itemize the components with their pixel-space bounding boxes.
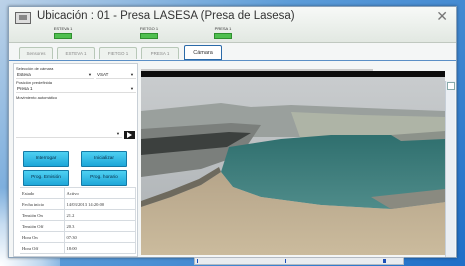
chevron-down-icon: ▼: [130, 72, 134, 77]
table-row: Estado Activo: [20, 187, 136, 199]
chevron-down-icon: ▼: [88, 72, 92, 77]
station-label: PRESA 1: [214, 26, 232, 31]
prog-horario-button[interactable]: Prog. horario: [81, 170, 127, 186]
tab-esteva[interactable]: ESTEVA 1: [57, 47, 95, 59]
status-led: [214, 33, 232, 39]
table-row: Tensión On 21.2: [20, 209, 136, 221]
vsat-select[interactable]: VSAT ▼: [96, 72, 136, 79]
status-value: Activo: [63, 187, 136, 199]
status-key: Estado: [20, 187, 64, 199]
chevron-down-icon: ▼: [130, 86, 134, 91]
timeline-segment: [197, 259, 198, 263]
window-icon: [15, 12, 31, 24]
dam-reservoir-image: [141, 77, 445, 255]
status-key: Hora On: [20, 231, 64, 243]
movement-select[interactable]: ▼: [16, 131, 122, 138]
station-label: ESTEVA 1: [53, 26, 73, 31]
station-esteva[interactable]: ESTEVA 1: [43, 26, 83, 39]
status-table: Estado Activo Fecha inicio 14/03/2013 14:2…: [20, 187, 136, 254]
position-select[interactable]: Presa 1 ▼: [16, 86, 136, 93]
timeline-segment: [383, 259, 386, 263]
station-presa[interactable]: PRESA 1: [203, 26, 243, 39]
tab-camara[interactable]: Cámara: [184, 45, 222, 60]
prog-emision-button[interactable]: Prog. Emisión: [23, 170, 69, 186]
status-value: 07:30: [63, 231, 136, 243]
status-led: [54, 33, 72, 39]
timeline-bar[interactable]: [194, 257, 404, 265]
movement-label: Movimiento automático: [16, 95, 58, 100]
station-fietgo[interactable]: FIETGO 1: [129, 26, 169, 39]
table-row: Fecha inicio 14/03/2013 14:20:00: [20, 198, 136, 210]
vsat-select-value: VSAT: [97, 72, 109, 77]
camera-label: Selección de cámara: [16, 66, 54, 71]
table-row: Hora On 07:30: [20, 231, 136, 243]
camera-view: [141, 77, 445, 255]
play-icon[interactable]: [124, 131, 135, 139]
status-value: 18:00: [63, 242, 136, 254]
scroll-up-icon[interactable]: [447, 82, 455, 90]
location-window: Ubicación : 01 - Presa LASESA (Presa de …: [8, 6, 457, 265]
status-value: 14/03/2013 14:20:00: [63, 198, 136, 210]
tab-presa[interactable]: PRESA 1: [141, 47, 179, 59]
inicializar-button[interactable]: Inicializar: [81, 151, 127, 167]
window-title: Ubicación : 01 - Presa LASESA (Presa de …: [37, 10, 295, 22]
position-select-value: Presa 1: [17, 86, 33, 91]
chevron-down-icon: ▼: [116, 131, 120, 136]
table-row: Hora Off 18:00: [20, 242, 136, 254]
status-key: Fecha inicio: [20, 198, 64, 210]
tab-sensores[interactable]: Sensores: [19, 47, 53, 59]
station-label: FIETGO 1: [139, 26, 159, 31]
camera-select[interactable]: Esteva ▼: [16, 72, 94, 79]
title-bar: Ubicación : 01 - Presa LASESA (Presa de …: [9, 7, 456, 43]
tab-divider: [9, 60, 456, 61]
status-key: Tensión On: [20, 209, 64, 221]
vertical-scrollbar[interactable]: [445, 81, 455, 257]
status-value: 21.2: [63, 209, 136, 221]
status-key: Hora Off: [20, 242, 64, 254]
close-icon[interactable]: ✕: [436, 8, 448, 25]
tab-fietgo[interactable]: FIETGO 1: [99, 47, 137, 59]
camera-select-value: Esteva: [17, 72, 31, 77]
interrogar-button[interactable]: Interrogar: [23, 151, 69, 167]
position-label: Posición predefinida: [16, 80, 53, 85]
tab-bar: Sensores ESTEVA 1 FIETGO 1 PRESA 1 Cámar…: [9, 44, 456, 60]
status-led: [140, 33, 158, 39]
camera-control-panel: Selección de cámara Esteva ▼ VSAT ▼ Posi…: [13, 63, 138, 257]
timeline-segment: [285, 259, 286, 263]
status-value: 20.3: [63, 220, 136, 232]
table-row: Tensión Off 20.3: [20, 220, 136, 232]
status-key: Tensión Off: [20, 220, 64, 232]
